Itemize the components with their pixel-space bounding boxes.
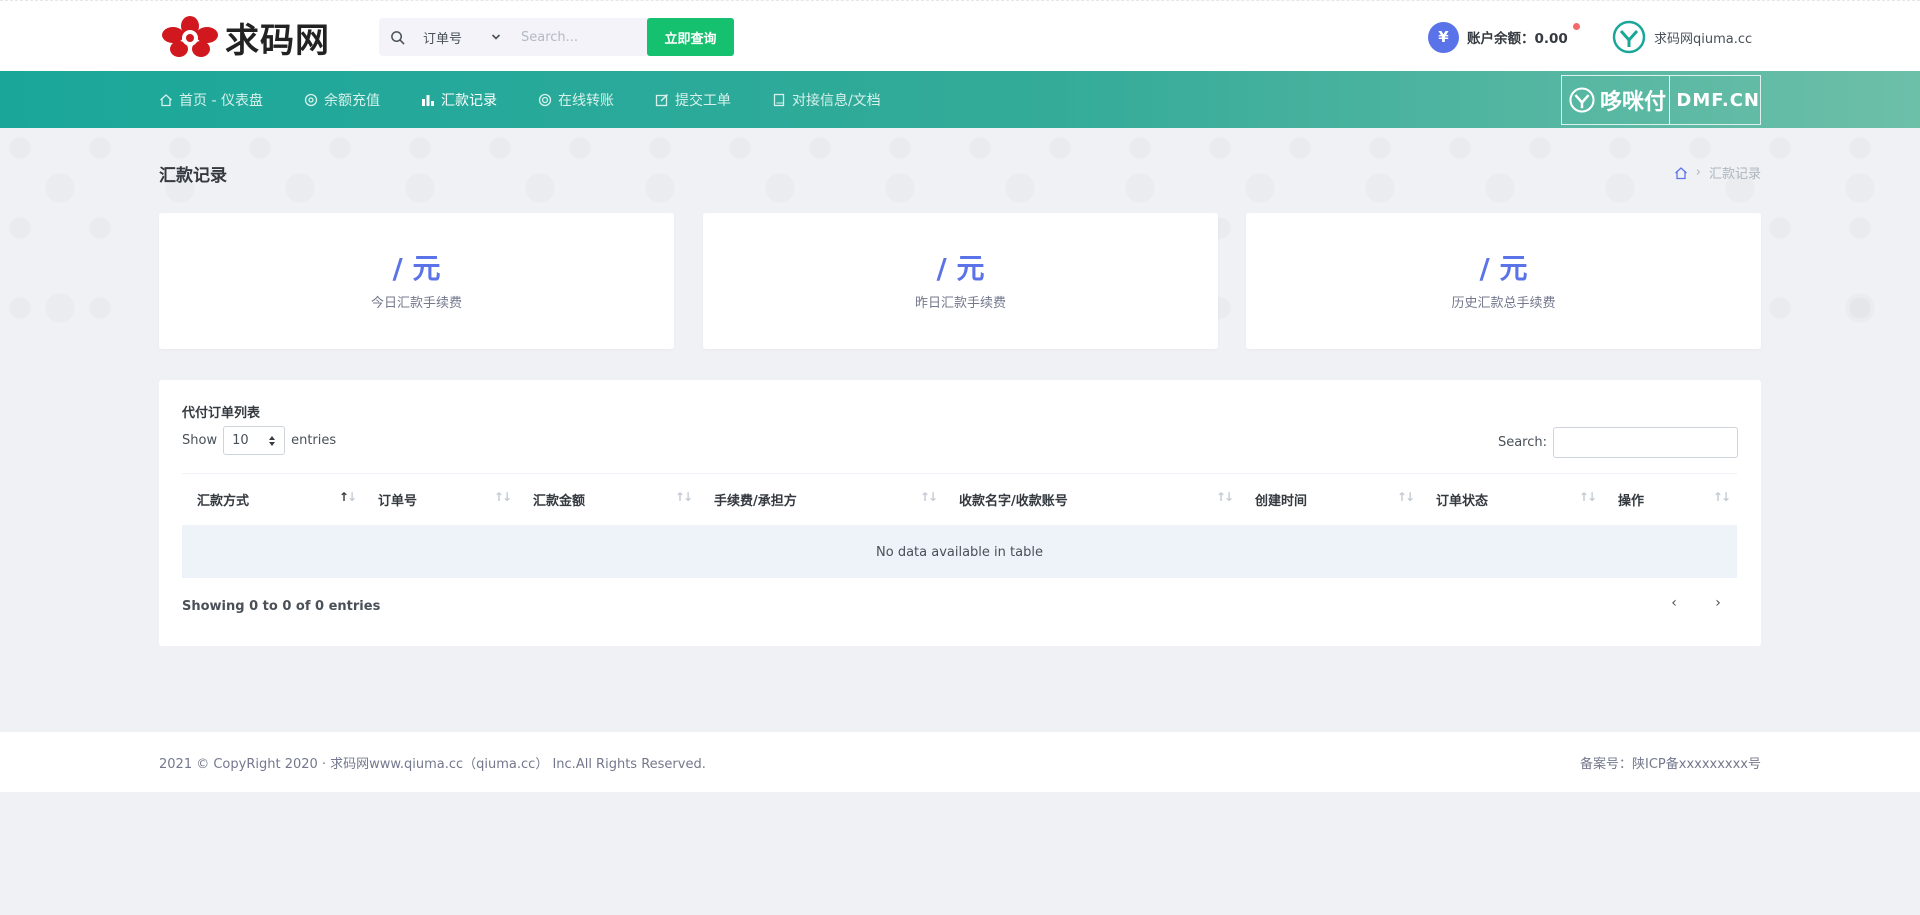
home-icon — [160, 93, 172, 106]
footer: 2021 © CopyRight 2020 · 求码网www.qiuma.cc（… — [0, 732, 1920, 792]
table-header-row: 汇款方式 ↑↓ 订单号 ↑↓ 汇款金额 ↑↓ 手续费/承担方 ↑↓ 收款名字/收款账号 ↑… — [182, 473, 1737, 526]
table-title: 代付订单列表 — [182, 406, 261, 421]
promo-domain: DMF.CN — [1676, 89, 1760, 111]
page-length-control: Show 10 entries — [182, 426, 336, 455]
nav-item-recharge[interactable]: 余额充值 — [304, 71, 380, 128]
stat-value: / 元 — [1479, 251, 1528, 285]
search-icon — [379, 18, 415, 56]
entries-label: entries — [291, 433, 337, 448]
next-page-button[interactable]: › — [1711, 593, 1725, 613]
balance-text: 账户余额：0.00 — [1467, 31, 1568, 47]
search-type-value: 订单号 — [423, 31, 463, 47]
previous-page-button[interactable]: ‹ — [1667, 593, 1681, 613]
site-logo[interactable]: 求码网 — [159, 14, 330, 61]
search-submit-button[interactable]: 立即查询 — [647, 18, 734, 56]
column-header[interactable]: 创建时间 ↑↓ — [1240, 474, 1421, 526]
stat-card-today-fee: / 元 今日汇款手续费 — [159, 213, 674, 349]
nav-label: 提交工单 — [674, 92, 731, 109]
nav-item-dashboard[interactable]: 首页 - 仪表盘 — [159, 71, 263, 128]
nav-label: 在线转账 — [557, 92, 614, 109]
page-length-value: 10 — [232, 433, 249, 448]
breadcrumb: › 汇款记录 — [1674, 163, 1761, 182]
table-info: Showing 0 to 0 of 0 entries — [182, 599, 381, 614]
column-header[interactable]: 订单状态 ↑↓ — [1421, 474, 1603, 526]
top-header: 求码网 订单号 立即查询 ¥ 账户余额：0.00 求码网qiuma.cc — [0, 0, 1920, 71]
show-label: Show — [182, 433, 218, 448]
promo-banner[interactable]: 哆咪付 DMF.CN — [1561, 75, 1761, 125]
column-header[interactable]: 订单号 ↑↓ — [363, 474, 518, 526]
nav-item-online-transfer[interactable]: 在线转账 — [538, 71, 614, 128]
nav-label: 对接信息/文档 — [791, 92, 881, 109]
nav-label: 余额充值 — [323, 92, 380, 109]
table-search-label: Search: — [1497, 435, 1547, 450]
account-balance[interactable]: ¥ 账户余额：0.00 — [1428, 20, 1580, 54]
logo-text: 求码网 — [225, 20, 330, 61]
empty-table-message: No data available in table — [876, 544, 1043, 560]
yuan-coin-icon: ¥ — [1428, 21, 1459, 53]
bar-chart-icon — [421, 94, 434, 106]
user-name: 求码网qiuma.cc — [1654, 31, 1753, 47]
breadcrumb-separator-icon: › — [1695, 165, 1701, 180]
stat-card-total-fee: / 元 历史汇款总手续费 — [1246, 213, 1761, 349]
avatar — [1612, 20, 1646, 54]
page-length-select[interactable]: 10 — [223, 426, 286, 455]
page-title: 汇款记录 — [159, 166, 227, 186]
stat-value: / 元 — [392, 251, 441, 285]
nav-item-api-docs[interactable]: 对接信息/文档 — [772, 71, 881, 128]
sort-icon: ↑↓ — [1712, 490, 1731, 504]
column-header[interactable]: 操作 ↑↓ — [1603, 474, 1737, 526]
column-header[interactable]: 汇款金额 ↑↓ — [518, 474, 699, 526]
promo-name: 哆咪付 — [1600, 90, 1667, 115]
chevron-down-icon — [491, 34, 501, 40]
sort-icon: ↑↓ — [1396, 490, 1415, 504]
stat-value: / 元 — [936, 251, 985, 285]
column-header[interactable]: 汇款方式 ↑↓ — [182, 474, 363, 526]
user-menu[interactable]: 求码网qiuma.cc — [1612, 20, 1752, 54]
stat-label: 今日汇款手续费 — [370, 295, 462, 311]
nav-label: 汇款记录 — [440, 92, 497, 109]
sort-icon: ↑↓ — [1215, 490, 1234, 504]
column-header[interactable]: 手续费/承担方 ↑↓ — [699, 474, 944, 526]
nav-item-remittance-records[interactable]: 汇款记录 — [421, 71, 497, 128]
pagination: ‹ › — [1667, 593, 1725, 613]
sort-icon: ↑↓ — [1578, 490, 1597, 504]
sort-icon: ↑↓ — [493, 490, 512, 504]
nav-label: 首页 - 仪表盘 — [179, 92, 263, 109]
sort-icon: ↑↓ — [338, 490, 357, 504]
stat-label: 昨日汇款手续费 — [914, 295, 1006, 311]
stat-card-yesterday-fee: / 元 昨日汇款手续费 — [703, 213, 1218, 349]
lifebuoy-icon — [538, 93, 552, 106]
promo-logo-icon — [1569, 87, 1595, 113]
sort-icon: ↑↓ — [674, 490, 693, 504]
search-input[interactable] — [511, 18, 628, 56]
copyright-text: 2021 © CopyRight 2020 · 求码网www.qiuma.cc（… — [159, 757, 706, 772]
icp-record-text: 备案号：陕ICP备xxxxxxxxx号 — [1580, 757, 1761, 772]
book-icon — [773, 93, 785, 106]
home-icon[interactable] — [1674, 166, 1688, 180]
edit-icon — [655, 93, 668, 106]
target-icon — [304, 93, 318, 106]
table-search-input[interactable] — [1553, 427, 1738, 458]
table-row: No data available in table — [182, 525, 1737, 578]
sort-icon: ↑↓ — [919, 490, 938, 504]
column-header[interactable]: 收款名字/收款账号 ↑↓ — [944, 474, 1240, 526]
order-table-card: 代付订单列表 Show 10 entries Search: 汇款方式 ↑↓ 订单… — [159, 380, 1761, 646]
notification-dot — [1573, 23, 1580, 30]
table-search-control: Search: — [1498, 427, 1738, 458]
search-type-select[interactable]: 订单号 — [415, 18, 511, 56]
nav-item-submit-ticket[interactable]: 提交工单 — [655, 71, 731, 128]
order-table: 汇款方式 ↑↓ 订单号 ↑↓ 汇款金额 ↑↓ 手续费/承担方 ↑↓ 收款名字/收款账号 ↑… — [182, 473, 1737, 578]
sort-updown-icon — [269, 435, 276, 446]
flower-logo-icon — [162, 16, 218, 57]
breadcrumb-current: 汇款记录 — [1708, 167, 1761, 182]
stat-label: 历史汇款总手续费 — [1451, 295, 1556, 311]
